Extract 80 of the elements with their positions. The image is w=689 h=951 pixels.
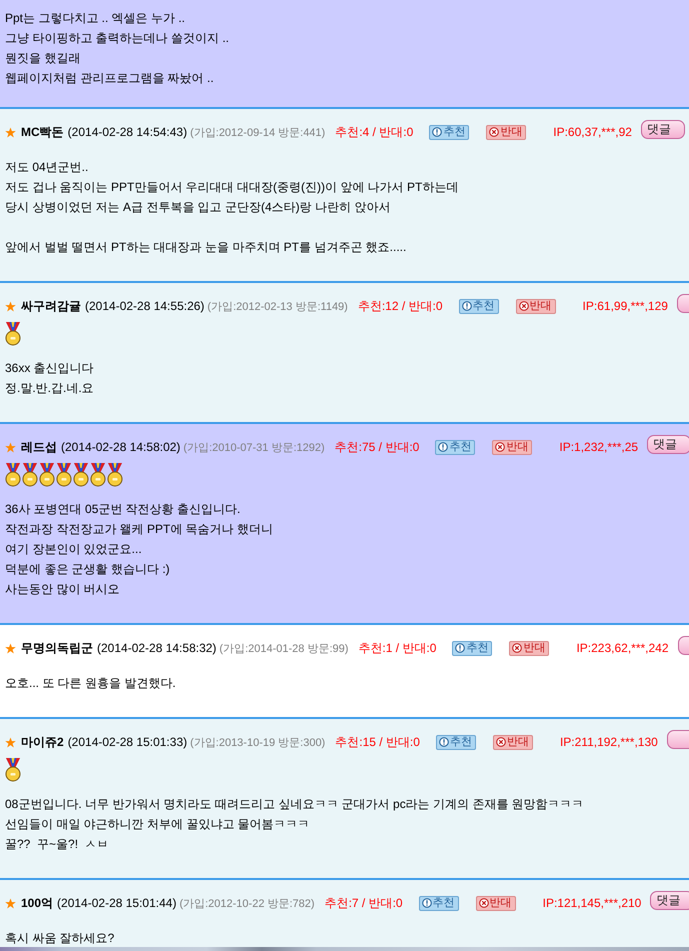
medal-icon xyxy=(22,463,38,487)
star-icon xyxy=(5,126,16,138)
star-icon xyxy=(5,898,16,908)
author-name: 마이쥬2 xyxy=(21,734,64,750)
recommend-button[interactable]: 추천 xyxy=(429,124,470,140)
recommend-button[interactable]: 추천 xyxy=(418,896,459,910)
exclamation-circle-icon xyxy=(438,442,448,452)
vote-count: 추천:1 / 반대:0 xyxy=(358,640,436,656)
x-circle-icon xyxy=(478,898,489,908)
star-icon xyxy=(5,736,16,748)
author-name: MC빡돈 xyxy=(21,124,64,140)
comment-text: 36xx 출신입니다 정.말.반.갑.네.요 xyxy=(5,360,95,397)
post-date: (2014-02-28 14:55:26) xyxy=(85,299,204,313)
exclamation-circle-icon xyxy=(422,898,432,908)
join-info: (가입:2012-09-14 방문:441) xyxy=(190,126,326,140)
oppose-button[interactable]: 반대 xyxy=(509,640,550,656)
author-name: 100억 xyxy=(21,894,54,912)
recommend-button[interactable]: 추천 xyxy=(458,298,499,314)
medal-icon xyxy=(5,758,21,782)
exclamation-circle-icon xyxy=(462,301,472,311)
medal-icon xyxy=(56,463,72,487)
star-icon xyxy=(5,642,16,654)
recommend-button[interactable]: 추천 xyxy=(436,734,476,750)
comment-text: 혹시 싸움 잘하세요? xyxy=(5,930,116,947)
reply-button[interactable]: 댓글 xyxy=(650,891,689,910)
star-icon xyxy=(5,300,16,312)
exclamation-circle-icon xyxy=(455,643,466,653)
medal-icon xyxy=(39,463,55,487)
oppose-button[interactable]: 반대 xyxy=(486,124,526,140)
join-info: (가입:2012-02-13 방문:1149) xyxy=(207,300,348,314)
post-date: (2014-02-28 14:54:43) xyxy=(68,125,188,139)
medal-icon xyxy=(5,463,21,487)
x-circle-icon xyxy=(518,301,529,311)
join-info: (가입:2013-10-19 방문:300) xyxy=(190,736,326,750)
vote-count: 추천:4 / 반대:0 xyxy=(335,124,414,140)
reply-button[interactable]: 댓글 xyxy=(640,120,685,139)
post-date: (2014-02-28 15:01:33) xyxy=(68,735,188,749)
medal-icon xyxy=(73,463,89,487)
join-info: (가입:2010-07-31 방문:1292) xyxy=(183,440,325,454)
recommend-button[interactable]: 추천 xyxy=(452,640,492,656)
oppose-button[interactable]: 반대 xyxy=(492,440,532,454)
ip-address: IP:211,192,***,130 xyxy=(560,735,658,749)
x-circle-icon xyxy=(495,442,506,452)
post-date: (2014-02-28 15:01:44) xyxy=(57,896,176,910)
vote-count: 추천:12 / 반대:0 xyxy=(358,298,443,314)
post-date: (2014-02-28 14:58:32) xyxy=(97,641,216,655)
join-info: (가입:2012-10-22 방문:782) xyxy=(179,896,315,910)
oppose-button[interactable]: 반대 xyxy=(492,734,533,750)
exclamation-circle-icon xyxy=(438,737,449,747)
exclamation-circle-icon xyxy=(432,127,442,137)
oppose-button[interactable]: 반대 xyxy=(516,298,556,314)
author-name: 싸구려감귤 xyxy=(21,298,81,314)
comment-text: 08군번입니다. 너무 반가워서 명치라도 때려드리고 싶네요ㅋㅋ 군대가서 pc라는 기계의 존재를 원망함ㅋㅋㅋ 선임들이 매일 야근하니깐 처부에 꿀있냐고 물어봄ㅋㅋㅋ 꿀?? 꾸~울?! ㅅㅂ xyxy=(5,796,585,853)
x-circle-icon xyxy=(489,127,500,137)
ip-address: IP:1,232,***,25 xyxy=(559,440,638,454)
ip-address: IP:223,62,***,242 xyxy=(576,641,669,655)
join-info: (가입:2014-01-28 방문:99) xyxy=(219,642,348,656)
medal-icon xyxy=(5,322,21,346)
recommend-button[interactable]: 추천 xyxy=(435,440,476,454)
comment-text: 오호... 또 다른 원흉을 발견했다. xyxy=(5,675,177,692)
x-circle-icon xyxy=(512,643,522,653)
star-icon xyxy=(5,442,16,452)
ip-address: IP:61,99,***,129 xyxy=(582,299,668,313)
comment-text: 앞에서 벌벌 떨면서 PT하는 대대장과 눈을 마주치며 PT를 넘겨주곤 했죠..... xyxy=(5,239,408,256)
author-name: 무명의독립군 xyxy=(21,640,93,656)
medal-icon xyxy=(90,463,106,487)
comment-text: Ppt는 그렇다치고 .. 엑셀은 누가 .. 그냥 타이핑하고 출력하는데나 쓸것이지 .. 뭔짓을 했길래 웹페이지처럼 관리프로그램을 짜놨어 .. xyxy=(5,10,230,87)
oppose-button[interactable]: 반대 xyxy=(476,896,516,910)
comment-text: 36사 포병연대 05군번 작전상황 출신입니다. 작전과장 작전장교가 왤케 PPT에 목숨거나 했더니 여기 장본인이 있었군요... 덕분에 좋은 군생활 했습니다 :) 사는동안 많이 버시오 xyxy=(5,501,274,598)
comment-text: 저도 04년군번.. 저도 겁나 움직이는 PPT만들어서 우리대대 대대장(중령(진))이 앞에 나가서 PT하는데 당시 상병이었던 저는 A급 전투복을 입고 군단장(4스타)랑 나란히 앉아서 xyxy=(5,159,460,216)
vote-count: 추천:7 / 반대:0 xyxy=(324,894,403,912)
post-date: (2014-02-28 14:58:02) xyxy=(61,440,180,454)
ip-address: IP:60,37,***,92 xyxy=(553,125,632,139)
vote-count: 추천:15 / 반대:0 xyxy=(335,734,420,750)
reply-button[interactable]: 댓글 xyxy=(647,435,689,454)
x-circle-icon xyxy=(496,737,506,747)
author-name: 레드섭 xyxy=(21,438,57,456)
ip-address: IP:121,145,***,210 xyxy=(542,896,642,910)
vote-count: 추천:75 / 반대:0 xyxy=(334,438,420,456)
medal-icon xyxy=(107,463,123,487)
